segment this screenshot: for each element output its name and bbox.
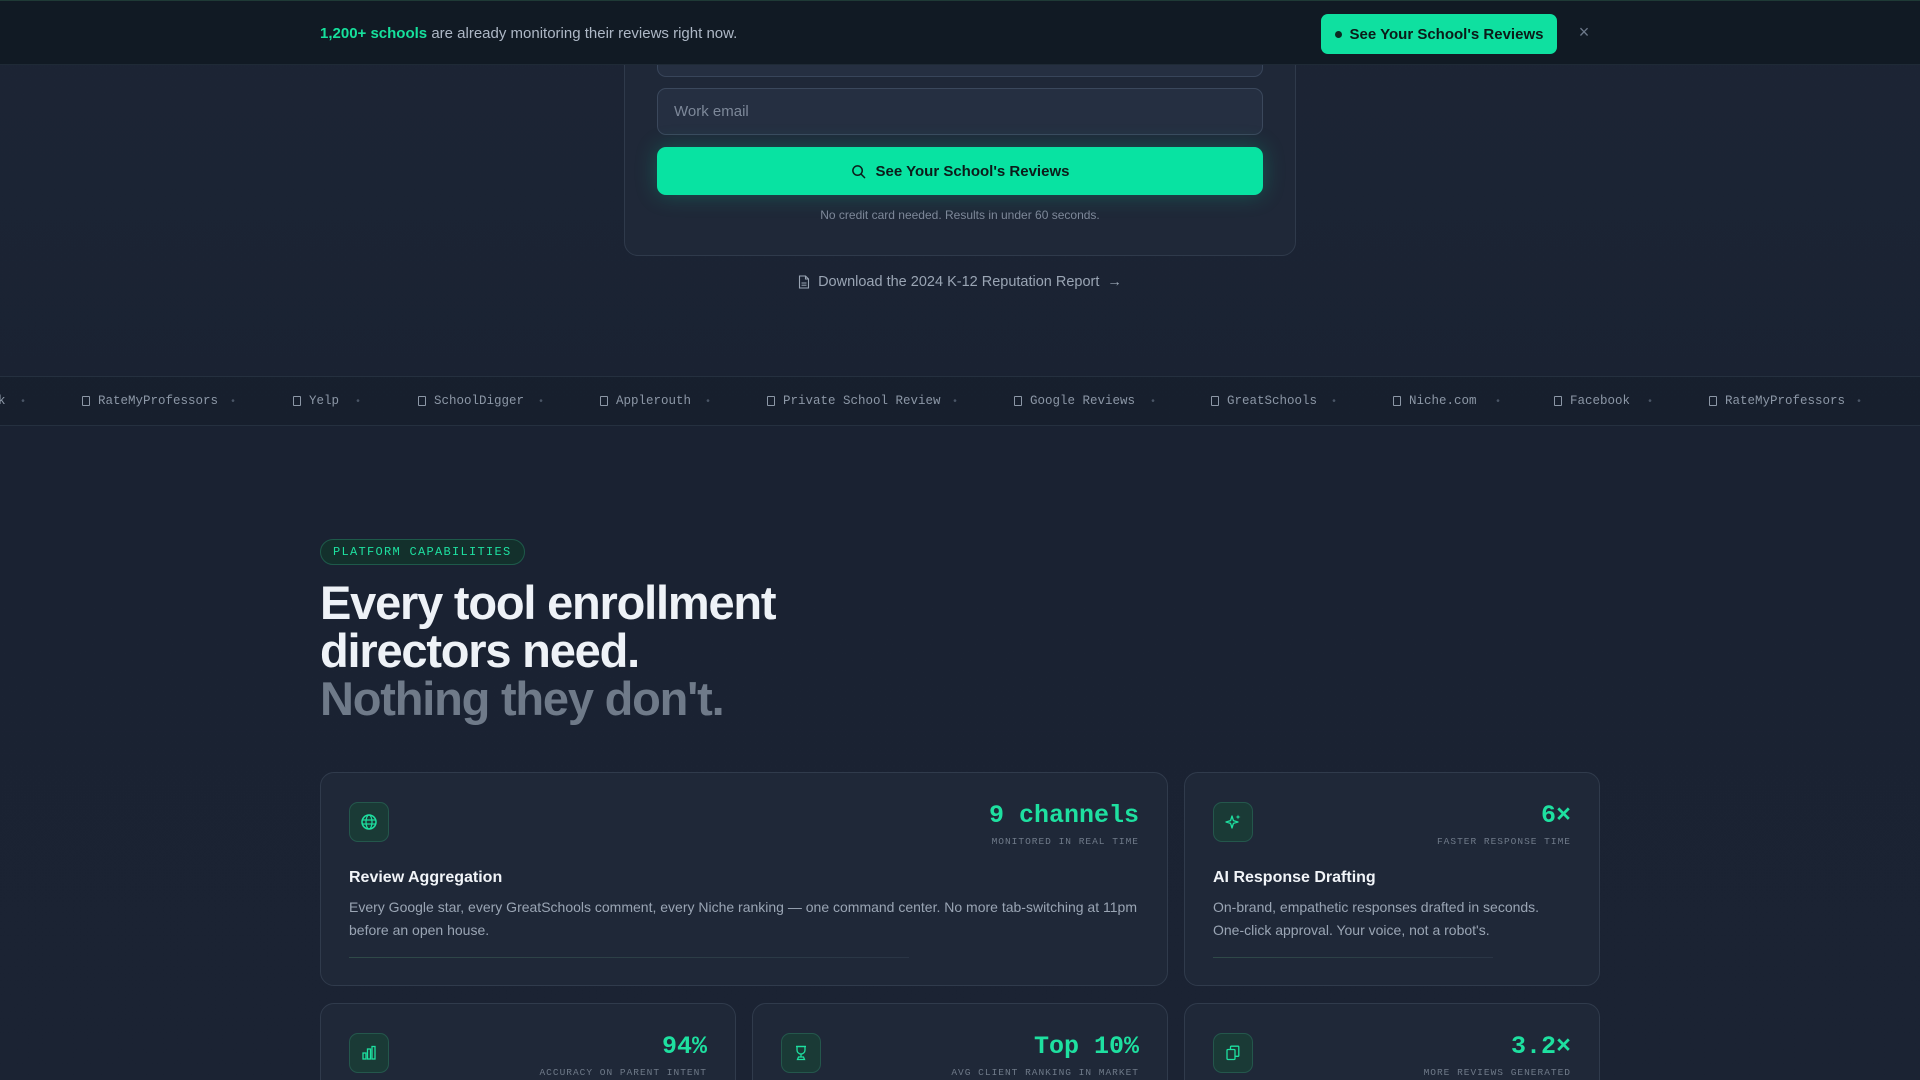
banner-cta-button[interactable]: See Your School's Reviews: [1321, 14, 1557, 54]
card-icon-box: [349, 1033, 389, 1073]
marquee-item: Google Reviews: [1014, 394, 1135, 408]
marquee-separator: •: [1647, 397, 1654, 408]
card-title: Review Aggregation: [349, 869, 503, 886]
marquee-item: Private School Review: [767, 394, 941, 408]
platform-icon: [418, 396, 426, 406]
announcement-banner: 1,200+ schools are already monitoring th…: [0, 0, 1920, 65]
stat-value: 3.2×: [1510, 1032, 1571, 1061]
marquee-item-label: Facebook: [1570, 394, 1631, 408]
feature-card-parent-intent: 94% ACCURACY ON PARENT INTENT: [320, 1003, 736, 1080]
section-badge: PLATFORM CAPABILITIES: [320, 539, 525, 565]
marquee-separator: •: [705, 397, 712, 408]
platform-icon: [1211, 396, 1219, 406]
trophy-icon: [796, 1045, 806, 1061]
globe-icon: [361, 814, 377, 830]
marquee-separator: •: [230, 397, 237, 408]
marquee-item-label: Niche.com: [1409, 394, 1477, 408]
stat-value: 94%: [661, 1032, 707, 1061]
card-divider: [1213, 957, 1493, 958]
marquee-separator: •: [538, 397, 545, 408]
see-reviews-button[interactable]: See Your School's Reviews: [657, 147, 1263, 195]
headline-muted-line: Nothing they don't.: [320, 672, 725, 725]
stat-label: AVG CLIENT RANKING IN MARKET: [951, 1067, 1139, 1078]
cta-label: See Your School's Reviews: [875, 162, 1070, 180]
review-sources-marquee: k • RateMyProfessors • Yelp • SchoolDigg…: [0, 376, 1920, 426]
marquee-separator: •: [355, 397, 362, 408]
marquee-item-label: Private School Review: [783, 394, 941, 408]
marquee-item-label: RateMyProfessors: [1725, 394, 1846, 408]
download-label: Download the 2024 K-12 Reputation Report: [818, 274, 1100, 290]
marquee-item-label: GreatSchools: [1227, 394, 1318, 408]
document-icon: [799, 275, 810, 289]
feature-card-ranking: Top 10% AVG CLIENT RANKING IN MARKET: [752, 1003, 1168, 1080]
card-description: Every Google star, every GreatSchools co…: [349, 899, 1137, 938]
banner-text: are already monitoring their reviews rig…: [427, 25, 738, 42]
download-report-link[interactable]: Download the 2024 K-12 Reputation Report…: [624, 274, 1296, 290]
stat-label: MONITORED IN REAL TIME: [991, 836, 1139, 847]
marquee-item-partial: k: [0, 394, 6, 408]
stat-value: 6×: [1540, 801, 1571, 830]
marquee-item: RateMyProfessors: [1709, 394, 1845, 408]
marquee-separator: •: [1150, 397, 1157, 408]
fine-print: No credit card needed. Results in under …: [820, 208, 1100, 222]
marquee-separator: •: [952, 397, 959, 408]
feature-card-review-aggregation: 9 channels MONITORED IN REAL TIME Review…: [320, 772, 1168, 986]
marquee-item-label: RateMyProfessors: [98, 394, 219, 408]
marquee-item-label: Google Reviews: [1030, 394, 1136, 408]
platform-icon: [767, 396, 775, 406]
marquee-separator: •: [1331, 397, 1338, 408]
platform-icon: [82, 396, 90, 406]
banner-cta-label: See Your School's Reviews: [1349, 25, 1544, 43]
marquee-item: Facebook: [1554, 394, 1630, 408]
banner-message: 1,200+ schools are already monitoring th…: [320, 25, 737, 42]
feature-card-reviews-generated: 3.2× MORE REVIEWS GENERATED: [1184, 1003, 1600, 1080]
dot-icon: [1334, 30, 1342, 38]
card-icon-box: [781, 1033, 821, 1073]
platform-icon: [1393, 396, 1401, 406]
marquee-item: GreatSchools: [1211, 394, 1317, 408]
bar-chart-icon: [362, 1045, 376, 1060]
marquee-item-label: SchoolDigger: [434, 394, 525, 408]
platform-icon: [600, 396, 608, 406]
card-icon-box: [349, 802, 389, 842]
card-title: AI Response Drafting: [1213, 869, 1376, 886]
stat-value: 9 channels: [988, 801, 1139, 830]
marquee-item: SchoolDigger: [418, 394, 524, 408]
card-icon-box: [1213, 1033, 1253, 1073]
marquee-separator: •: [20, 397, 27, 408]
card-divider: [349, 957, 909, 958]
headline-line: directors need.: [320, 624, 640, 677]
stat-label: FASTER RESPONSE TIME: [1436, 836, 1571, 847]
sparkles-icon: [1225, 814, 1241, 829]
section-headline: Every tool enrollment directors need. No…: [320, 576, 777, 725]
copy-icon: [1226, 1045, 1240, 1061]
platform-icon: [1554, 396, 1562, 406]
feature-card-ai-response: 6× FASTER RESPONSE TIME AI Response Draf…: [1184, 772, 1600, 986]
marquee-item-label: Applerouth: [616, 394, 692, 408]
marquee-separator: •: [1856, 397, 1863, 408]
stat-label: MORE REVIEWS GENERATED: [1423, 1067, 1571, 1078]
card-icon-box: [1213, 802, 1253, 842]
marquee-item: RateMyProfessors: [82, 394, 218, 408]
close-icon[interactable]: ×: [1575, 23, 1593, 41]
marquee-separator: •: [1495, 397, 1502, 408]
stat-label: ACCURACY ON PARENT INTENT: [539, 1067, 707, 1078]
marquee-item-label: Yelp: [309, 394, 340, 408]
platform-icon: [293, 396, 301, 406]
marquee-item: Applerouth: [600, 394, 691, 408]
email-field[interactable]: [657, 88, 1263, 135]
card-description: On-brand, empathetic responses drafted i…: [1213, 899, 1540, 938]
search-icon: [851, 164, 865, 178]
marquee-item: Niche.com: [1393, 394, 1477, 408]
stat-value: Top 10%: [1033, 1032, 1139, 1061]
arrow-right-icon: →: [1107, 274, 1122, 290]
banner-highlight: 1,200+ schools: [320, 25, 428, 42]
platform-icon: [1709, 396, 1717, 406]
marquee-item: Yelp: [293, 394, 339, 408]
headline-line: Every tool enrollment: [320, 576, 777, 629]
platform-icon: [1014, 396, 1022, 406]
